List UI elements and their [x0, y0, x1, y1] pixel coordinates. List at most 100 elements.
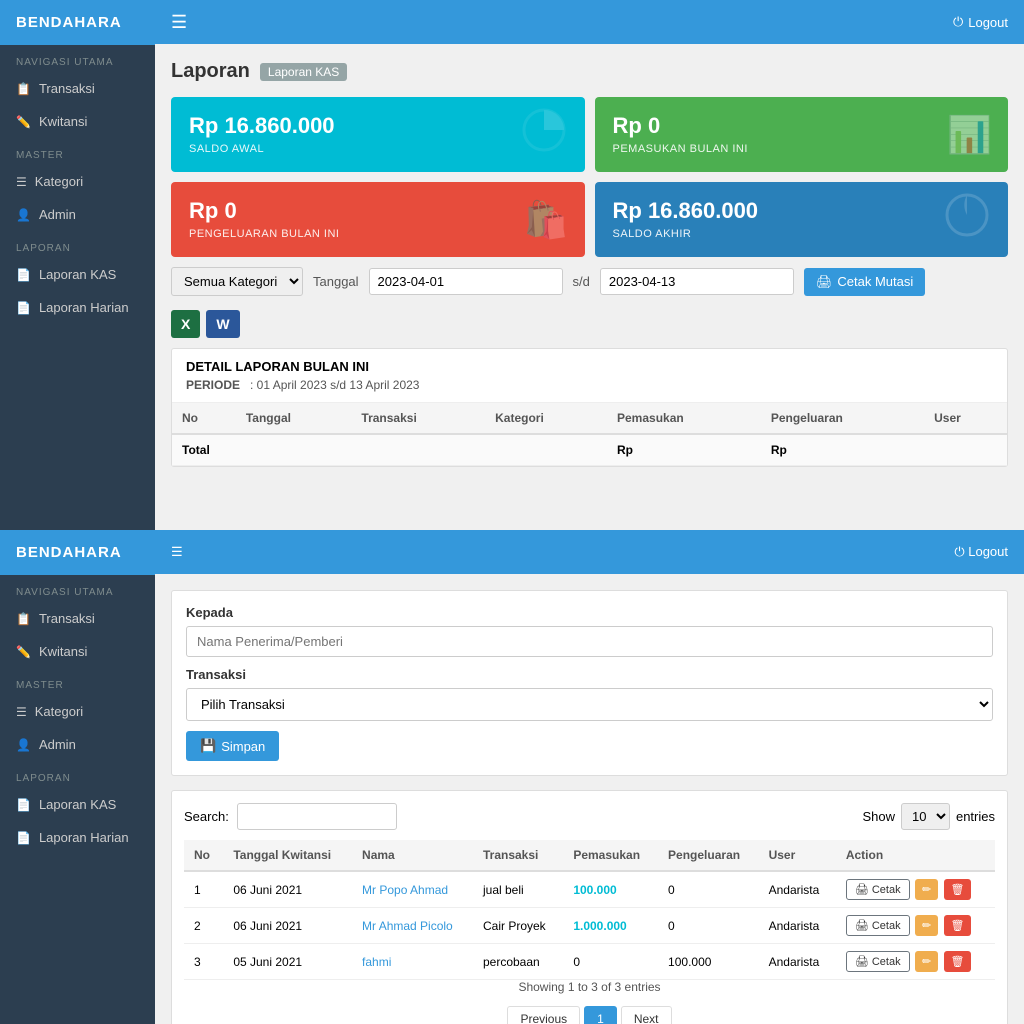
transaksi-icon-bottom: 📋 [16, 612, 31, 626]
kategori-icon-bottom: ☰ [16, 705, 27, 719]
report-table: No Tanggal Transaksi Kategori Pemasukan … [172, 403, 1007, 466]
sidebar-item-laporan-kas-bottom[interactable]: 📄 Laporan KAS [0, 788, 155, 821]
cetak-button[interactable]: 🖨 Cetak [846, 951, 910, 972]
previous-button[interactable]: Previous [507, 1006, 580, 1024]
cell-user: Andarista [759, 944, 836, 980]
card-icon-pemasukan: 📊 [947, 114, 992, 156]
report-table-container: DETAIL LAPORAN BULAN INI PERIODE : 01 Ap… [171, 348, 1008, 467]
page-title: Laporan [171, 60, 250, 83]
logout-icon-bottom: ⏻ [954, 544, 964, 559]
card-amount-pemasukan: Rp 0 [613, 113, 991, 139]
search-input[interactable] [237, 803, 397, 830]
card-pemasukan: Rp 0 PEMASUKAN BULAN INI 📊 [595, 97, 1009, 172]
cell-transaksi: jual beli [473, 871, 563, 908]
laporan-label-bottom: LAPORAN [0, 761, 155, 788]
export-word-button[interactable]: W [206, 310, 239, 338]
sidebar-item-admin-bottom[interactable]: 👤 Admin [0, 728, 155, 761]
transaksi-icon: 📋 [16, 82, 31, 96]
hamburger-icon[interactable]: ☰ [171, 12, 187, 33]
edit-button[interactable]: ✏ [915, 915, 938, 936]
export-excel-button[interactable]: X [171, 310, 200, 338]
cetak-button[interactable]: 🖨 Cetak [846, 879, 910, 900]
card-label-pengeluaran: PENGELUARAN BULAN INI [189, 228, 567, 240]
cell-transaksi: Cair Proyek [473, 908, 563, 944]
search-left: Search: [184, 803, 397, 830]
category-select[interactable]: Semua Kategori [171, 267, 303, 296]
bottom-sidebar: BENDAHARA NAVIGASI UTAMA 📋 Transaksi ✏️ … [0, 530, 155, 1024]
cell-user: Andarista [759, 908, 836, 944]
delete-button[interactable]: 🗑 [944, 915, 972, 936]
sidebar-item-kwitansi[interactable]: ✏️ Kwitansi [0, 105, 155, 138]
export-row: X W [171, 310, 1008, 338]
pagination-row: Previous 1 Next [184, 1006, 995, 1024]
kepada-input[interactable] [186, 626, 993, 657]
sidebar-item-laporan-kas[interactable]: 📄 Laporan KAS [0, 258, 155, 291]
breadcrumb: Laporan KAS [260, 63, 347, 81]
nav-utama-label: NAVIGASI UTAMA [0, 45, 155, 72]
cell-pemasukan: 0 [563, 944, 658, 980]
kategori-icon: ☰ [16, 175, 27, 189]
hamburger-icon-bottom[interactable]: ☰ [171, 544, 183, 560]
form-section: Kepada Transaksi Pilih Transaksi 💾 Simpa… [171, 590, 1008, 776]
logout-button-bottom[interactable]: ⏻ Logout [954, 544, 1008, 560]
total-label: Total [172, 434, 351, 466]
sidebar-item-laporan-harian[interactable]: 📄 Laporan Harian [0, 291, 155, 324]
edit-button[interactable]: ✏ [915, 879, 938, 900]
logout-button[interactable]: ⏻ Logout [953, 14, 1008, 30]
edit-button[interactable]: ✏ [915, 951, 938, 972]
sidebar-item-transaksi[interactable]: 📋 Transaksi [0, 72, 155, 105]
page-title-row: Laporan Laporan KAS [171, 60, 1008, 83]
cell-no: 1 [184, 871, 223, 908]
th-pemasukan: Pemasukan [563, 840, 658, 871]
entries-select[interactable]: 10 [901, 803, 950, 830]
total-row: Total Rp Rp [172, 434, 1007, 466]
simpan-button[interactable]: 💾 Simpan [186, 731, 279, 761]
delete-button[interactable]: 🗑 [944, 951, 972, 972]
date-from-input[interactable] [369, 268, 563, 295]
card-amount-saldo-akhir: Rp 16.860.000 [613, 198, 991, 224]
cell-pemasukan: 1.000.000 [563, 908, 658, 944]
sidebar-item-admin[interactable]: 👤 Admin [0, 198, 155, 231]
cell-action: 🖨 Cetak ✏ 🗑 [836, 908, 995, 944]
card-label-saldo-awal: SALDO AWAL [189, 143, 567, 155]
total-pemasukan: Rp [607, 434, 761, 466]
col-transaksi: Transaksi [351, 403, 485, 434]
kwitansi-table: No Tanggal Kwitansi Nama Transaksi Pemas… [184, 840, 995, 980]
search-label: Search: [184, 809, 229, 824]
brand-top: BENDAHARA [0, 0, 155, 45]
transaksi-label: Transaksi [186, 667, 993, 682]
next-button[interactable]: Next [621, 1006, 672, 1024]
kwitansi-icon: ✏️ [16, 115, 31, 129]
cell-no: 2 [184, 908, 223, 944]
delete-button[interactable]: 🗑 [944, 879, 972, 900]
col-kategori: Kategori [485, 403, 607, 434]
page-1-button[interactable]: 1 [584, 1006, 617, 1024]
sidebar-item-kwitansi-bottom[interactable]: ✏️ Kwitansi [0, 635, 155, 668]
bottom-navbar: ☰ ⏻ Logout [155, 530, 1024, 574]
cell-pemasukan: 100.000 [563, 871, 658, 908]
top-main-content: ☰ ⏻ Logout Laporan Laporan KAS Rp 16.860… [155, 0, 1024, 530]
cards-row-1: Rp 16.860.000 SALDO AWAL Rp 0 PEMASUKAN … [171, 97, 1008, 172]
card-amount-saldo-awal: Rp 16.860.000 [189, 113, 567, 139]
cetak-mutasi-button[interactable]: 🖨 Cetak Mutasi [804, 268, 925, 296]
periode-value: : 01 April 2023 s/d 13 April 2023 [250, 378, 419, 392]
th-nama: Nama [352, 840, 473, 871]
th-transaksi: Transaksi [473, 840, 563, 871]
transaksi-select[interactable]: Pilih Transaksi [186, 688, 993, 721]
laporan-label: LAPORAN [0, 231, 155, 258]
col-tanggal: Tanggal [236, 403, 352, 434]
cetak-button[interactable]: 🖨 Cetak [846, 915, 910, 936]
cell-action: 🖨 Cetak ✏ 🗑 [836, 871, 995, 908]
brand-bottom: BENDAHARA [0, 530, 155, 575]
sidebar-item-transaksi-bottom[interactable]: 📋 Transaksi [0, 602, 155, 635]
search-row: Search: Show 10 entries [184, 803, 995, 830]
card-label-pemasukan: PEMASUKAN BULAN INI [613, 143, 991, 155]
laporan-kas-icon: 📄 [16, 268, 31, 282]
periode-row: PERIODE : 01 April 2023 s/d 13 April 202… [186, 378, 993, 392]
sidebar-item-kategori-bottom[interactable]: ☰ Kategori [0, 695, 155, 728]
sidebar-item-laporan-harian-bottom[interactable]: 📄 Laporan Harian [0, 821, 155, 854]
cell-nama: Mr Popo Ahmad [352, 871, 473, 908]
sidebar-item-kategori[interactable]: ☰ Kategori [0, 165, 155, 198]
date-to-input[interactable] [600, 268, 794, 295]
cards-row-2: Rp 0 PENGELUARAN BULAN INI 🛍️ Rp 16.860.… [171, 182, 1008, 257]
